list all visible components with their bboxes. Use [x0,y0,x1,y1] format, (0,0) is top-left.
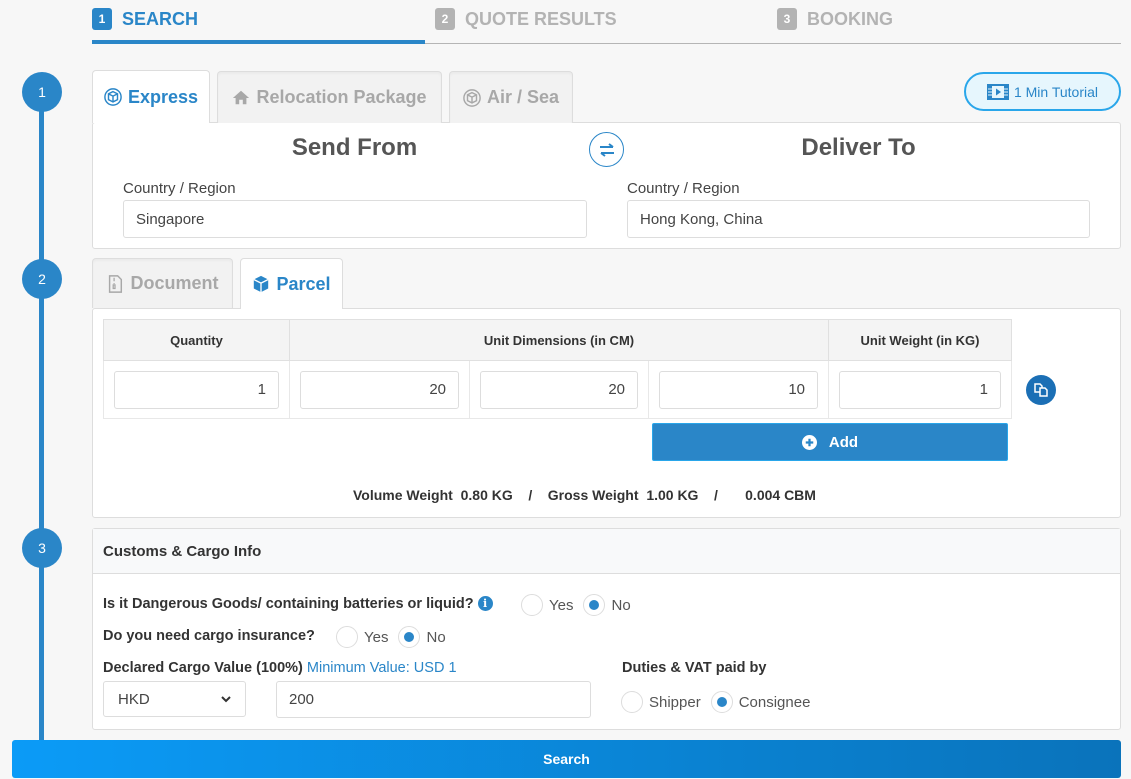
weight-input[interactable]: 1 [839,370,1001,409]
progress-steps: 1 SEARCH 2 QUOTE RESULTS 3 BOOKING [92,0,1121,44]
weight-header: Unit Weight (in KG) [828,319,1012,361]
parcel-table: Quantity Unit Dimensions (in CM) Unit We… [103,319,1012,419]
step-number: 2 [435,8,455,30]
swap-button[interactable] [589,132,624,167]
radio-consignee[interactable] [710,691,733,713]
timeline-line [39,92,44,752]
dangerous-goods-radio-group: Yes No [521,594,635,616]
tab-document[interactable]: Document [92,258,233,308]
timeline-step-2: 2 [22,259,62,299]
question-text: Is it Dangerous Goods/ containing batter… [103,596,474,612]
step-search[interactable]: 1 SEARCH [92,8,198,30]
from-country-label: Country / Region [123,180,236,197]
step-number: 1 [92,8,112,30]
timeline-step-3: 3 [22,528,62,568]
gross-weight-label: Gross Weight [547,487,639,503]
radio-yes[interactable] [521,594,543,616]
tab-label: Parcel [276,273,331,294]
weight-summary: Volume Weight 0.80 KG / Gross Weight 1.0… [353,487,816,503]
document-icon [109,274,123,293]
currency-value: HKD [118,690,150,708]
tutorial-button[interactable]: 1 Min Tutorial [964,72,1121,111]
radio-label: Consignee [738,693,811,711]
volume-weight-value: 0.80 KG [460,487,513,503]
duties-consignee-option[interactable]: Consignee [710,691,811,713]
radio-label: Shipper [649,693,701,711]
duties-radio-group: Shipper Consignee [621,691,814,713]
radio-label: No [426,628,446,646]
deliver-to-title: Deliver To [801,134,916,161]
cbm-value: 0.004 CBM [745,487,816,503]
add-label: Add [828,433,859,451]
insurance-no-option[interactable]: No [398,626,446,648]
radio-label: Yes [549,596,574,614]
declared-value-label: Declared Cargo Value (100%) Minimum Valu… [103,660,457,676]
insurance-radio-group: Yes No [336,626,450,648]
step-label: QUOTE RESULTS [465,8,617,29]
step-label: SEARCH [122,8,199,29]
radio-shipper[interactable] [621,691,643,713]
height-input[interactable]: 10 [659,370,818,409]
tab-label: Document [130,273,219,293]
dangerous-no-option[interactable]: No [583,594,631,616]
step-progress-bar [92,40,425,44]
to-country-input[interactable]: Hong Kong, China [627,200,1090,238]
duties-shipper-option[interactable]: Shipper [621,691,701,713]
parcel-icon [253,275,269,293]
step-booking[interactable]: 3 BOOKING [777,8,893,30]
dangerous-goods-question: Is it Dangerous Goods/ containing batter… [103,596,493,612]
radio-no[interactable] [583,594,606,616]
swap-icon [599,142,614,157]
step-quote-results[interactable]: 2 QUOTE RESULTS [435,8,617,30]
tab-label: Relocation Package [256,87,427,107]
step-label: BOOKING [807,8,894,29]
insurance-question: Do you need cargo insurance? [103,628,315,644]
length-input[interactable]: 20 [300,370,459,409]
radio-no[interactable] [398,626,421,648]
info-icon[interactable]: i [477,596,493,611]
timeline-step-1: 1 [22,72,62,112]
tab-relocation-package[interactable]: Relocation Package [217,71,442,123]
send-from-title: Send From [291,134,418,161]
duties-label: Duties & VAT paid by [622,660,767,676]
tab-label: Express [127,86,199,107]
quantity-header: Quantity [103,319,290,361]
tutorial-label: 1 Min Tutorial [1013,83,1099,100]
minimum-value-hint: Minimum Value: USD 1 [306,660,457,676]
duplicate-row-button[interactable] [1026,375,1056,405]
search-button[interactable]: Search [12,740,1121,778]
tab-parcel[interactable]: Parcel [240,258,343,309]
width-input[interactable]: 20 [480,370,638,409]
step-number: 3 [777,8,797,30]
tab-express[interactable]: Express [92,70,210,123]
currency-select[interactable]: HKD [103,681,246,717]
from-country-input[interactable]: Singapore [123,200,587,238]
plus-circle-icon [801,434,817,450]
copy-icon [1034,383,1048,397]
declared-value-input[interactable]: 200 [276,681,591,718]
add-parcel-button[interactable]: Add [652,423,1008,461]
radio-label: Yes [364,628,389,646]
volume-weight-label: Volume Weight [353,487,453,503]
quantity-input[interactable]: 1 [114,370,279,409]
gross-weight-value: 1.00 KG [646,487,699,503]
declared-label-text: Declared Cargo Value (100%) [103,660,303,676]
box-icon [104,88,122,106]
radio-yes[interactable] [336,626,358,648]
insurance-yes-option[interactable]: Yes [336,626,388,648]
tab-label: Air / Sea [486,87,560,107]
home-icon [233,90,250,104]
video-icon [986,83,1009,100]
customs-title: Customs & Cargo Info [93,529,1120,574]
radio-label: No [611,596,631,614]
tab-air-sea[interactable]: Air / Sea [449,71,573,123]
box-icon [463,88,481,107]
chevron-down-icon [221,695,231,702]
table-row: 1 20 20 10 1 [103,360,1012,419]
dangerous-yes-option[interactable]: Yes [521,594,573,616]
dimensions-header: Unit Dimensions (in CM) [289,319,829,361]
to-country-label: Country / Region [627,180,740,197]
